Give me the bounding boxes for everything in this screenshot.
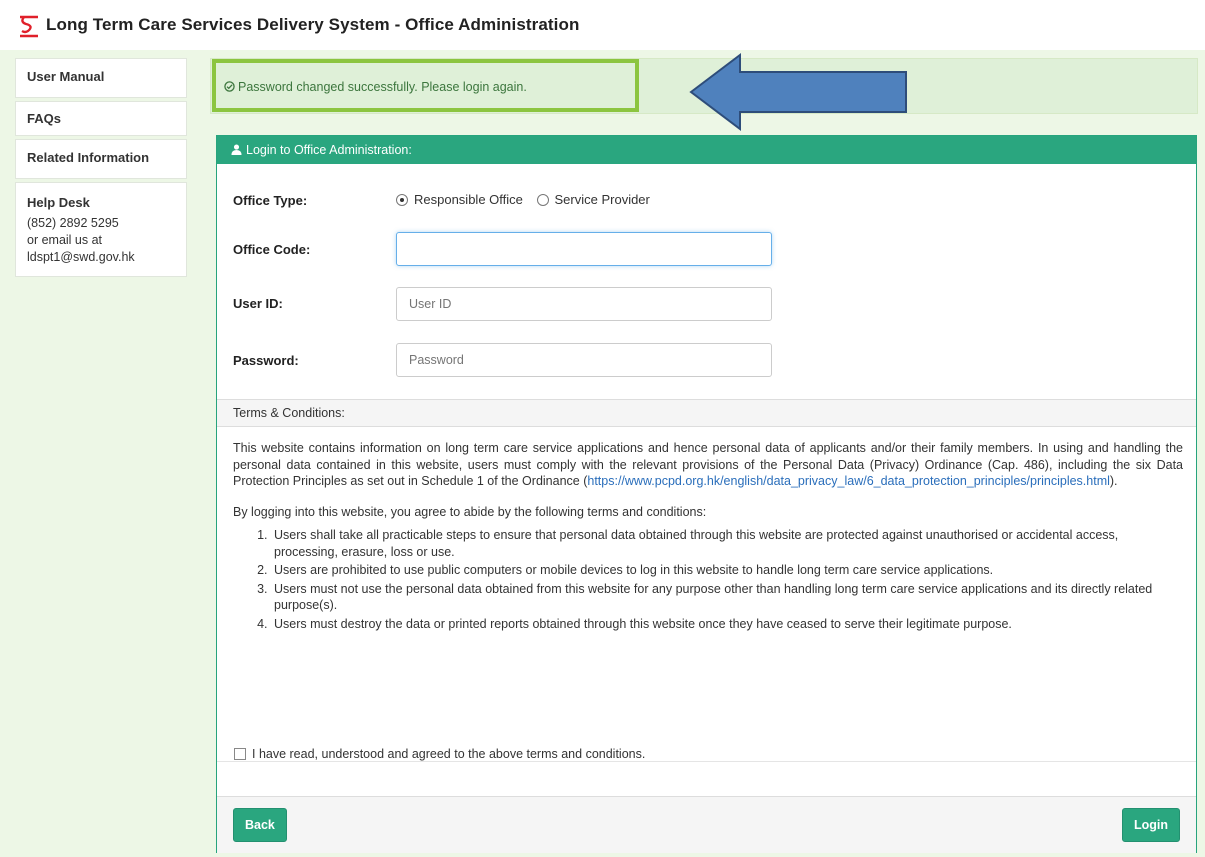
password-label: Password: [233,353,299,368]
agree-terms: I have read, understood and agreed to th… [234,747,645,761]
login-panel-title: Login to Office Administration: [246,143,412,157]
check-circle-icon [224,81,235,92]
user-icon [231,144,242,155]
help-desk-phone: (852) 2892 5295 [27,216,119,230]
terms-body: This website contains information on lon… [233,440,1183,634]
terms-item-4: Users must destroy the data or printed r… [271,616,1183,633]
terms-item-1: Users shall take all practicable steps t… [271,527,1183,560]
help-desk-title: Help Desk [27,195,90,210]
password-input[interactable] [396,343,772,377]
agree-terms-checkbox[interactable] [234,748,246,760]
office-code-input[interactable] [396,232,772,266]
terms-heading: Terms & Conditions: [217,399,1196,427]
terms-lead-in: By logging into this website, you agree … [233,504,707,519]
sidebar: User Manual FAQs Related Information Hel… [15,58,187,277]
user-id-input[interactable] [396,287,772,321]
alert-message-text: Password changed successfully. Please lo… [238,80,527,94]
terms-item-2: Users are prohibited to use public compu… [271,562,1183,579]
terms-item-3: Users must not use the personal data obt… [271,581,1183,614]
radio-service-provider[interactable] [536,194,549,206]
app-title: Long Term Care Services Delivery System … [46,15,580,34]
login-panel: Login to Office Administration: Office T… [216,135,1197,853]
pcpd-principles-link[interactable]: https://www.pcpd.org.hk/english/data_pri… [587,474,1110,488]
terms-list: Users shall take all practicable steps t… [255,527,1183,632]
swd-logo-icon [20,15,38,38]
app-header: Long Term Care Services Delivery System … [0,0,1205,50]
terms-intro: This website contains information on lon… [233,441,1183,488]
office-type-radio-group: Responsible Office Service Provider [396,192,660,207]
user-id-label: User ID: [233,296,283,311]
panel-divider [217,761,1196,762]
help-desk-email-prefix: or email us at [27,233,103,247]
sidebar-item-user-manual[interactable]: User Manual [15,58,187,98]
help-desk-box: Help Desk (852) 2892 5295 or email us at… [15,182,187,277]
radio-responsible-office-label[interactable]: Responsible Office [414,192,523,207]
alert-message: Password changed successfully. Please lo… [224,80,527,94]
office-code-label: Office Code: [233,242,311,257]
office-type-label: Office Type: [233,193,308,208]
sidebar-item-faqs[interactable]: FAQs [15,101,187,136]
panel-footer: Back Login [217,796,1196,853]
radio-responsible-office[interactable] [396,194,408,206]
agree-terms-label[interactable]: I have read, understood and agreed to th… [252,747,645,761]
sidebar-item-related-information[interactable]: Related Information [15,139,187,179]
radio-service-provider-label[interactable]: Service Provider [555,192,650,207]
login-panel-header: Login to Office Administration: [217,136,1196,164]
left-arrow-icon [689,52,907,132]
back-button[interactable]: Back [233,808,287,842]
help-desk-email[interactable]: ldspt1@swd.gov.hk [27,249,175,266]
login-button[interactable]: Login [1121,808,1180,842]
